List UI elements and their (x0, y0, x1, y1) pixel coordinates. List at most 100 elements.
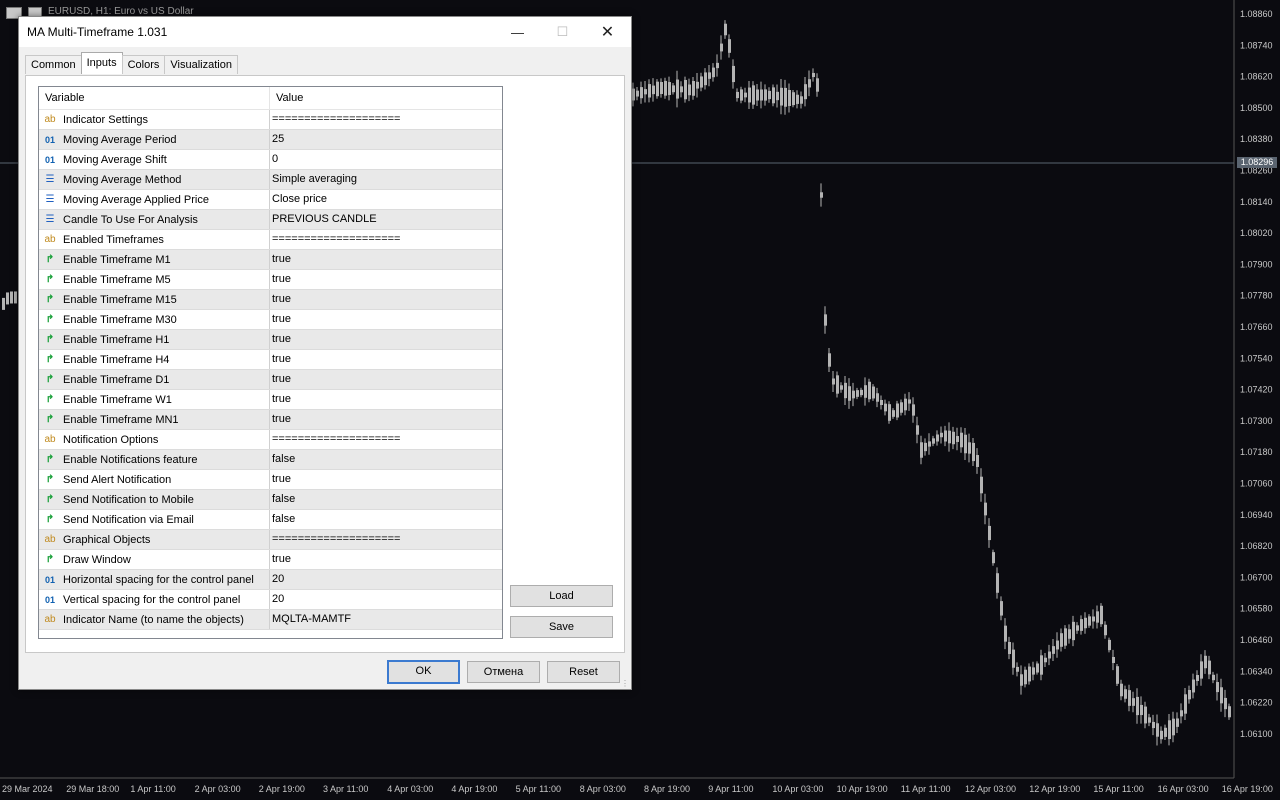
variable-cell: ↱ Send Notification to Mobile (39, 490, 270, 509)
indicator-properties-dialog: MA Multi-Timeframe 1.031 — ☐ ✕ Common In… (18, 16, 632, 690)
table-row[interactable]: 01 Vertical spacing for the control panel… (39, 590, 502, 610)
variable-name: Moving Average Period (63, 133, 177, 146)
table-row[interactable]: ↱ Send Alert Notification true (39, 470, 502, 490)
value-cell[interactable]: PREVIOUS CANDLE (270, 210, 377, 229)
candle-body (1228, 706, 1231, 718)
value-cell[interactable]: true (270, 330, 291, 349)
table-row[interactable]: ↱ Enable Timeframe H4 true (39, 350, 502, 370)
candle-body (900, 402, 903, 413)
candle-body (1024, 669, 1027, 685)
variable-name: Send Alert Notification (63, 473, 172, 486)
candle-body (1028, 666, 1031, 682)
table-row[interactable]: ↱ Enable Timeframe M1 true (39, 250, 502, 270)
variable-cell: ↱ Enable Timeframe M30 (39, 310, 270, 329)
value-cell[interactable]: 20 (270, 570, 284, 589)
value-cell[interactable]: ==================== (270, 110, 400, 129)
column-header-variable[interactable]: Variable (39, 87, 270, 109)
value-cell[interactable]: true (270, 310, 291, 329)
table-row[interactable]: ↱ Enable Timeframe H1 true (39, 330, 502, 350)
value-cell[interactable]: true (270, 370, 291, 389)
table-row[interactable]: 01 Moving Average Shift 0 (39, 150, 502, 170)
tab-visualization[interactable]: Visualization (164, 55, 238, 74)
table-row[interactable]: 01 Horizontal spacing for the control pan… (39, 570, 502, 590)
table-row[interactable]: ab Indicator Settings ==================== (39, 110, 502, 130)
ab-type-icon: ab (44, 614, 56, 625)
value-cell[interactable]: true (270, 470, 291, 489)
value-cell[interactable]: 0 (270, 150, 278, 169)
ok-button[interactable]: OK (387, 660, 460, 684)
table-row[interactable]: ↱ Enable Timeframe MN1 true (39, 410, 502, 430)
candle-body (864, 385, 867, 398)
value-cell[interactable]: MQLTA-MAMTF (270, 610, 351, 629)
num-type-icon: 01 (44, 594, 55, 605)
variable-name: Graphical Objects (63, 533, 151, 546)
value-cell[interactable]: true (270, 250, 291, 269)
variable-cell: ↱ Enable Timeframe H1 (39, 330, 270, 349)
table-row[interactable]: ☰ Moving Average Applied Price Close price (39, 190, 502, 210)
candle-body (1140, 704, 1143, 716)
value-cell[interactable]: true (270, 550, 291, 569)
time-tick-label: 2 Apr 19:00 (259, 784, 305, 794)
value-cell[interactable]: false (270, 510, 295, 529)
close-icon[interactable]: ✕ (585, 17, 630, 47)
tab-colors[interactable]: Colors (121, 55, 166, 74)
table-row[interactable]: ↱ Send Notification via Email false (39, 510, 502, 530)
value-cell[interactable]: 20 (270, 590, 284, 609)
value-cell[interactable]: 25 (270, 130, 284, 149)
table-row[interactable]: ↱ Enable Notifications feature false (39, 450, 502, 470)
value-cell[interactable]: Simple averaging (270, 170, 357, 189)
table-row[interactable]: ↱ Enable Timeframe M5 true (39, 270, 502, 290)
price-tick-label: 1.07300 (1240, 416, 1273, 426)
table-row[interactable]: ab Graphical Objects ==================== (39, 530, 502, 550)
table-row[interactable]: ab Indicator Name (to name the objects) MQ… (39, 610, 502, 630)
load-button[interactable]: Load (510, 585, 613, 607)
price-tick-label: 1.06700 (1240, 572, 1273, 582)
table-row[interactable]: ↱ Enable Timeframe D1 true (39, 370, 502, 390)
bool-type-icon: ↱ (45, 314, 55, 325)
value-cell[interactable]: false (270, 490, 295, 509)
value-cell[interactable]: ==================== (270, 430, 400, 449)
table-row[interactable]: ab Notification Options ==================… (39, 430, 502, 450)
inputs-table[interactable]: Variable Value ab Indicator Settings =====… (38, 86, 503, 639)
dialog-titlebar[interactable]: MA Multi-Timeframe 1.031 — ☐ ✕ (19, 17, 631, 47)
value-cell[interactable]: true (270, 290, 291, 309)
price-tick-label: 1.06940 (1240, 510, 1273, 520)
value-cell[interactable]: true (270, 270, 291, 289)
value-cell[interactable]: ==================== (270, 530, 400, 549)
value-cell[interactable]: true (270, 350, 291, 369)
value-cell[interactable]: ==================== (270, 230, 400, 249)
resize-grip-icon[interactable]: ⋮ (621, 679, 629, 688)
value-cell[interactable]: false (270, 450, 295, 469)
save-button[interactable]: Save (510, 616, 613, 638)
candle-body (1092, 616, 1095, 622)
tab-common[interactable]: Common (25, 55, 82, 74)
table-row[interactable]: ☰ Moving Average Method Simple averaging (39, 170, 502, 190)
candle-body (752, 85, 755, 105)
value-cell[interactable]: true (270, 390, 291, 409)
tab-inputs[interactable]: Inputs (80, 52, 123, 74)
value-cell[interactable]: Close price (270, 190, 327, 209)
time-tick-label: 4 Apr 03:00 (387, 784, 433, 794)
bool-type-icon: ↱ (45, 514, 55, 525)
candle-body (916, 425, 919, 435)
variable-cell: ab Indicator Settings (39, 110, 270, 129)
candle-body (1056, 640, 1059, 650)
cancel-button[interactable]: Отмена (467, 661, 540, 683)
column-header-value[interactable]: Value (270, 87, 303, 109)
table-row[interactable]: ↱ Send Notification to Mobile false (39, 490, 502, 510)
bool-type-icon: ↱ (45, 254, 55, 265)
reset-button[interactable]: Reset (547, 661, 620, 683)
table-row[interactable]: ab Enabled Timeframes ==================== (39, 230, 502, 250)
table-row[interactable]: 01 Moving Average Period 25 (39, 130, 502, 150)
minimize-icon[interactable]: — (495, 17, 540, 47)
table-row[interactable]: ↱ Enable Timeframe M30 true (39, 310, 502, 330)
candle-body (712, 67, 715, 78)
value-cell[interactable]: true (270, 410, 291, 429)
variable-name: Horizontal spacing for the control panel (63, 573, 254, 586)
candle-body (1072, 621, 1075, 641)
table-row[interactable]: ↱ Draw Window true (39, 550, 502, 570)
table-row[interactable]: ↱ Enable Timeframe M15 true (39, 290, 502, 310)
candle-body (1088, 616, 1091, 626)
table-row[interactable]: ☰ Candle To Use For Analysis PREVIOUS CAND… (39, 210, 502, 230)
table-row[interactable]: ↱ Enable Timeframe W1 true (39, 390, 502, 410)
